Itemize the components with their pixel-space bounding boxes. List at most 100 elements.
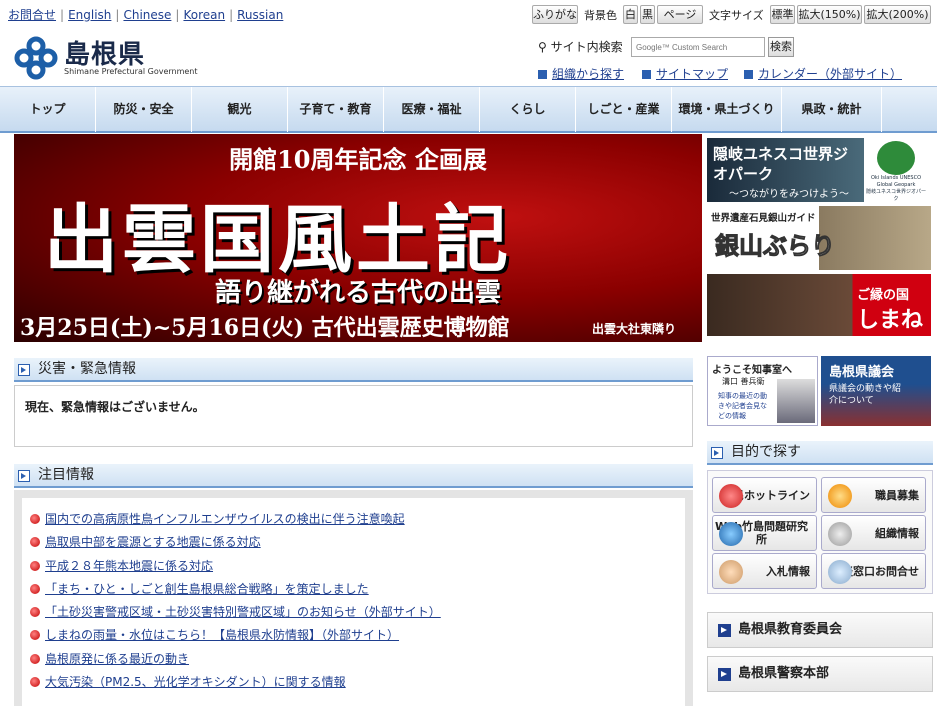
global-nav: トップ 防災・安全 観光 子育て・教育 医療・福祉 くらし しごと・産業 環境・…	[0, 86, 937, 133]
globe-icon	[719, 522, 743, 546]
bullet-icon	[30, 514, 40, 524]
hero-line1: 開館10周年記念 企画展	[229, 145, 487, 174]
envelope-icon	[828, 560, 852, 584]
emergency-message: 現在、緊急情報はございません。	[25, 400, 205, 414]
english-link[interactable]: English	[68, 8, 111, 22]
hero-line3: 語り継がれる古代の出雲	[214, 278, 501, 308]
notice-panel: 国内での高病原性鳥インフルエンザウイルスの検出に伴う注意喚起 鳥取県中部を震源と…	[14, 490, 693, 706]
geopark-banner[interactable]: 隠岐ユネスコ世界ジオパーク ～つながりをみつけよう～ Oki Islands U…	[707, 138, 931, 202]
geopark-logo-icon	[877, 141, 915, 175]
org-search-link[interactable]: 組織から探す	[538, 65, 624, 82]
heart-icon	[719, 484, 743, 508]
textsize-150-button[interactable]: 拡大(150%)	[797, 5, 862, 24]
utility-bar: お問合せ | English | Chinese | Korean | Russian ふりがな…	[0, 0, 937, 28]
chinese-link[interactable]: Chinese	[123, 8, 171, 22]
site-logo[interactable]: 島根県 Shimane Prefectural Government	[14, 34, 214, 80]
hotline-button[interactable]: 県民ホットライン	[712, 477, 817, 513]
bullet-icon	[30, 653, 40, 664]
magnifier-icon: ⚲	[538, 40, 547, 54]
notice-item[interactable]: 国内での高病原性鳥インフルエンザウイルスの検出に伴う注意喚起	[30, 510, 685, 533]
takeshima-button[interactable]: Web竹島問題研究所	[712, 515, 817, 551]
bullet-icon	[30, 583, 40, 594]
bullet-icon	[30, 560, 40, 571]
emergency-heading: 災害・緊急情報	[14, 358, 693, 382]
notice-item[interactable]: 「まち・ひと・しごと創生島根県総合戦略」を策定しました	[30, 580, 685, 603]
shimane-enishi-banner[interactable]: ご縁の国 しまね	[707, 274, 931, 336]
arrow-box-icon	[18, 364, 30, 376]
iwami-ginzan-banner[interactable]: 世界遺産石見銀山ガイド 銀山ぶらり	[707, 206, 931, 270]
search-button[interactable]: 検索	[768, 37, 794, 57]
enishi-small: ご縁の国	[857, 288, 910, 303]
geopark-title: 隠岐ユネスコ世界ジオパーク	[713, 145, 849, 183]
bullet-icon	[30, 630, 40, 641]
nav-safety[interactable]: 防災・安全	[96, 87, 192, 132]
tools-icon	[828, 484, 852, 508]
emergency-box: 現在、緊急情報はございません。	[14, 385, 693, 447]
arrow-box-icon	[18, 470, 30, 482]
textsize-200-button[interactable]: 拡大(200%)	[864, 5, 931, 24]
police-link[interactable]: 島根県警察本部	[707, 656, 933, 692]
nav-tourism[interactable]: 観光	[192, 87, 288, 132]
notice-item[interactable]: 平成２８年熊本地震に係る対応	[30, 557, 685, 580]
purpose-heading: 目的で探す	[707, 441, 933, 465]
governor-photo	[777, 379, 815, 423]
contact-button[interactable]: 相談窓口お問合せ	[821, 553, 926, 589]
bidding-button[interactable]: 入札情報	[712, 553, 817, 589]
gears-icon	[828, 522, 852, 546]
bullet-icon	[30, 537, 40, 548]
nav-top[interactable]: トップ	[0, 87, 96, 132]
nav-environment[interactable]: 環境・県土づくり	[672, 87, 782, 132]
language-links: お問合せ | English | Chinese | Korean | Russian	[8, 8, 284, 22]
hero-line4: 3月25日(土)~5月16日(火) 古代出雲歴史博物館	[20, 315, 510, 341]
ginzan-burari-logo: 銀山ぶらり	[715, 231, 836, 261]
logo-title: 島根県	[64, 40, 146, 70]
geopark-logo-text-jp: 隠岐ユネスコ世界ジオパーク	[865, 189, 926, 202]
governor-title: ようこそ知事室へ	[712, 365, 792, 376]
education-board-link[interactable]: 島根県教育委員会	[707, 612, 933, 648]
handshake-icon	[719, 560, 743, 584]
notice-item[interactable]: 「土砂災害警戒区域・土砂災害特別警戒区域」のお知らせ（外部サイト）	[30, 603, 685, 626]
logo-subtitle: Shimane Prefectural Government	[64, 67, 198, 76]
enishi-big: しまね	[857, 308, 924, 333]
bg-black-button[interactable]: 黒	[640, 5, 655, 24]
bullet-icon	[30, 607, 40, 618]
notice-item[interactable]: 鳥取県中部を震源とする地震に係る対応	[30, 533, 685, 556]
geopark-subtitle: ～つながりをみつけよう～	[729, 189, 849, 200]
arrow-icon	[718, 624, 731, 637]
nav-industry[interactable]: しごと・産業	[576, 87, 672, 132]
furigana-button[interactable]: ふりがな	[532, 5, 578, 24]
textsize-normal-button[interactable]: 標準	[770, 5, 795, 24]
nav-medical[interactable]: 医療・福祉	[384, 87, 480, 132]
korean-link[interactable]: Korean	[183, 8, 225, 22]
sitemap-link[interactable]: サイトマップ	[642, 65, 728, 82]
iwami-title: 世界遺産石見銀山ガイド	[711, 213, 816, 224]
arrow-icon	[744, 70, 753, 79]
notice-heading: 注目情報	[14, 464, 693, 488]
bullet-icon	[30, 677, 40, 688]
calendar-link[interactable]: カレンダー（外部サイト）	[744, 65, 902, 82]
nav-childcare[interactable]: 子育て・教育	[288, 87, 384, 132]
contact-link[interactable]: お問合せ	[8, 8, 56, 22]
recruit-button[interactable]: 職員募集	[821, 477, 926, 513]
assembly-desc: 県議会の動きや紹介について	[829, 384, 902, 406]
notice-list: 国内での高病原性鳥インフルエンザウイルスの検出に伴う注意喚起 鳥取県中部を震源と…	[22, 498, 685, 706]
russian-link[interactable]: Russian	[237, 8, 283, 22]
governor-banner[interactable]: ようこそ知事室へ 溝口 善兵衛 知事の最近の動きや記者会見などの情報	[707, 356, 818, 426]
nav-government[interactable]: 県政・統計	[782, 87, 882, 132]
search-input[interactable]	[631, 37, 765, 57]
notice-item[interactable]: しまねの雨量・水位はこちら！【島根県水防情報】（外部サイト）	[30, 626, 685, 649]
bg-page-button[interactable]: ページ	[657, 5, 703, 24]
notice-item[interactable]: 島根原発に係る最近の動き	[30, 650, 685, 673]
hero-line5: 出雲大社東隣り	[592, 322, 677, 336]
organization-button[interactable]: 組織情報	[821, 515, 926, 551]
arrow-icon	[718, 668, 731, 681]
hero-line2: 出雲国風土記	[44, 197, 512, 283]
notice-item[interactable]: 大気汚染（PM2.5、光化学オキシダント）に関する情報	[30, 673, 685, 696]
hero-banner[interactable]: 開館10周年記念 企画展 出雲国風土記 語り継がれる古代の出雲 3月25日(土)…	[14, 134, 702, 342]
site-search-label: ⚲ サイト内検索	[538, 40, 623, 54]
bg-white-button[interactable]: 白	[623, 5, 638, 24]
bg-label: 背景色	[584, 9, 617, 22]
assembly-banner[interactable]: 島根県議会 県議会の動きや紹介について	[821, 356, 931, 426]
geopark-logo-text: Oki Islands UNESCO Global Geopark	[870, 175, 922, 188]
nav-living[interactable]: くらし	[480, 87, 576, 132]
